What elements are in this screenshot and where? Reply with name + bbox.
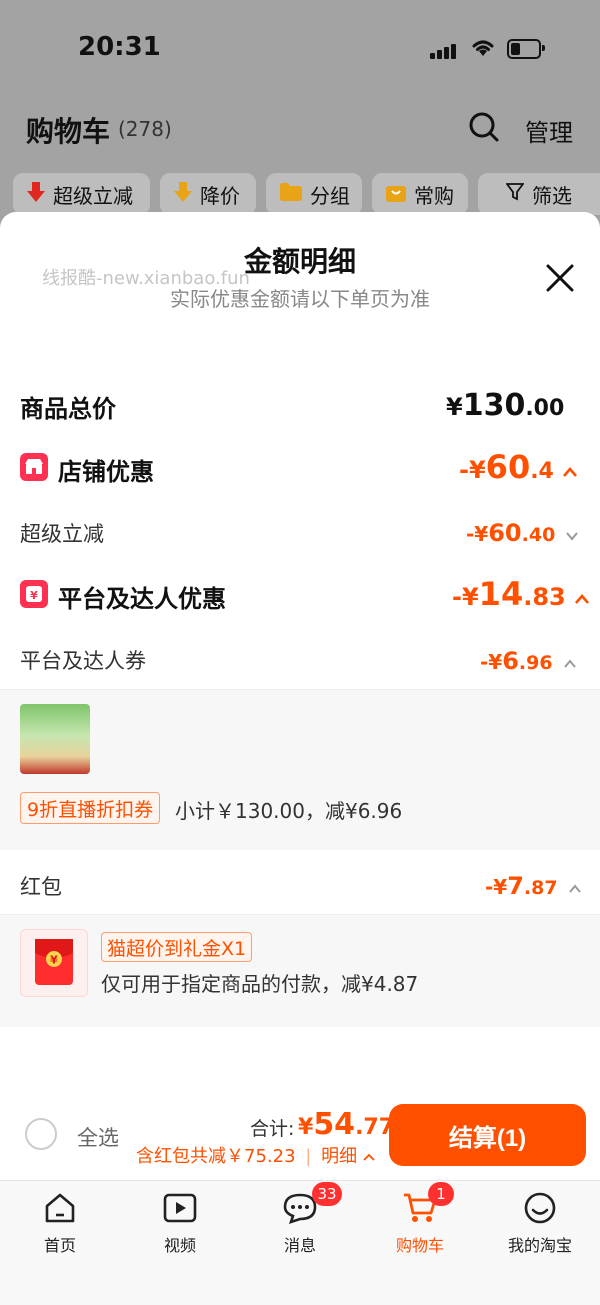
- wifi-icon: [470, 36, 496, 62]
- tab-cart[interactable]: 1 购物车: [360, 1182, 480, 1256]
- goods-total-label: 商品总价: [20, 395, 116, 423]
- chip-label: 常购: [414, 183, 454, 208]
- red-packet-desc: 仅可用于指定商品的付款，减¥4.87: [101, 972, 419, 996]
- product-thumbnail[interactable]: [20, 704, 90, 774]
- checkout-button[interactable]: 结算(1): [389, 1104, 586, 1166]
- chip-filter[interactable]: 筛选: [478, 173, 600, 215]
- red-packet-label: 红包: [20, 875, 62, 899]
- chevron-up-icon: [363, 1146, 375, 1167]
- status-time: 20:31: [78, 32, 161, 62]
- filter-icon: [505, 182, 525, 206]
- super-cut-label: 超级立减: [20, 522, 104, 546]
- chip-super-cut[interactable]: 超级立减: [13, 173, 150, 215]
- tab-video[interactable]: 视频: [120, 1188, 240, 1256]
- chip-price-drop[interactable]: 降价: [160, 173, 256, 215]
- red-envelope-icon: ¥: [35, 939, 73, 985]
- page-title: 购物车: [26, 115, 111, 148]
- close-icon[interactable]: [540, 258, 580, 298]
- tab-profile[interactable]: 我的淘宝: [480, 1188, 600, 1256]
- video-icon: [120, 1188, 240, 1228]
- profile-icon: [480, 1188, 600, 1228]
- platform-coupon-icon: ¥: [20, 580, 48, 608]
- store-discount-amount[interactable]: -¥ 60 .4: [459, 448, 578, 486]
- coupon-detail-panel: [0, 689, 600, 850]
- search-icon[interactable]: [468, 111, 500, 147]
- message-icon: 33: [240, 1182, 360, 1228]
- cart-badge: 1: [428, 1182, 454, 1206]
- battery-icon: [507, 39, 541, 59]
- goods-total-amount: ¥ 130 .00: [446, 388, 565, 423]
- price-drop-icon: [174, 181, 192, 207]
- chip-group[interactable]: 分组: [266, 173, 362, 215]
- chevron-up-icon: [568, 879, 582, 898]
- folder-icon: [280, 182, 302, 206]
- select-all-label[interactable]: 全选: [77, 1122, 119, 1152]
- platform-coupon-amount[interactable]: -¥ 6 .96: [480, 647, 577, 675]
- manage-button[interactable]: 管理: [525, 113, 573, 148]
- coupon-subtotal: 小计￥130.00，减¥6.96: [175, 799, 403, 823]
- svg-text:¥: ¥: [50, 954, 58, 967]
- bag-icon: [386, 182, 406, 207]
- store-icon: [20, 453, 48, 481]
- platform-discount-label: 平台及达人优惠: [58, 585, 226, 613]
- tab-home[interactable]: 首页: [0, 1188, 120, 1256]
- tab-messages[interactable]: 33 消息: [240, 1182, 360, 1256]
- battery-tip: [542, 45, 545, 51]
- platform-discount-amount[interactable]: -¥ 14 .83: [452, 575, 590, 613]
- message-badge: 33: [312, 1182, 342, 1206]
- chevron-down-icon: [565, 526, 579, 545]
- home-icon: [0, 1188, 120, 1228]
- red-packet-amount[interactable]: -¥ 7 .87: [485, 872, 582, 900]
- detail-link: 明细: [321, 1146, 358, 1167]
- chip-label: 筛选: [532, 183, 572, 208]
- platform-coupon-label: 平台及达人券: [20, 649, 146, 673]
- total-amount: ¥ 54 .77: [298, 1107, 395, 1142]
- super-cut-amount[interactable]: -¥ 60 .40: [466, 519, 579, 547]
- chip-label: 超级立减: [53, 183, 133, 208]
- chip-label: 降价: [200, 183, 240, 208]
- svg-text:¥: ¥: [30, 589, 38, 602]
- store-discount-label: 店铺优惠: [58, 458, 154, 486]
- cart-icon: 1: [360, 1182, 480, 1228]
- chevron-up-icon: [563, 654, 577, 673]
- red-packet-tag: 猫超价到礼金X1: [101, 932, 253, 962]
- discount-summary[interactable]: 含红包共减￥75.23 | 明细: [136, 1142, 375, 1168]
- arrow-down-icon: [27, 181, 45, 207]
- signal-icon: [430, 40, 458, 59]
- chevron-up-icon: [574, 590, 590, 609]
- cart-count: (278): [118, 117, 172, 141]
- chip-label: 分组: [310, 183, 350, 208]
- coupon-tag: 9折直播折扣券: [20, 792, 161, 824]
- chip-frequent[interactable]: 常购: [372, 173, 468, 215]
- select-all-radio[interactable]: [25, 1118, 57, 1150]
- chevron-up-icon: [562, 463, 578, 482]
- watermark: 线报酷-new.xianbao.fun: [42, 268, 250, 289]
- total-label: 合计:: [250, 1118, 295, 1140]
